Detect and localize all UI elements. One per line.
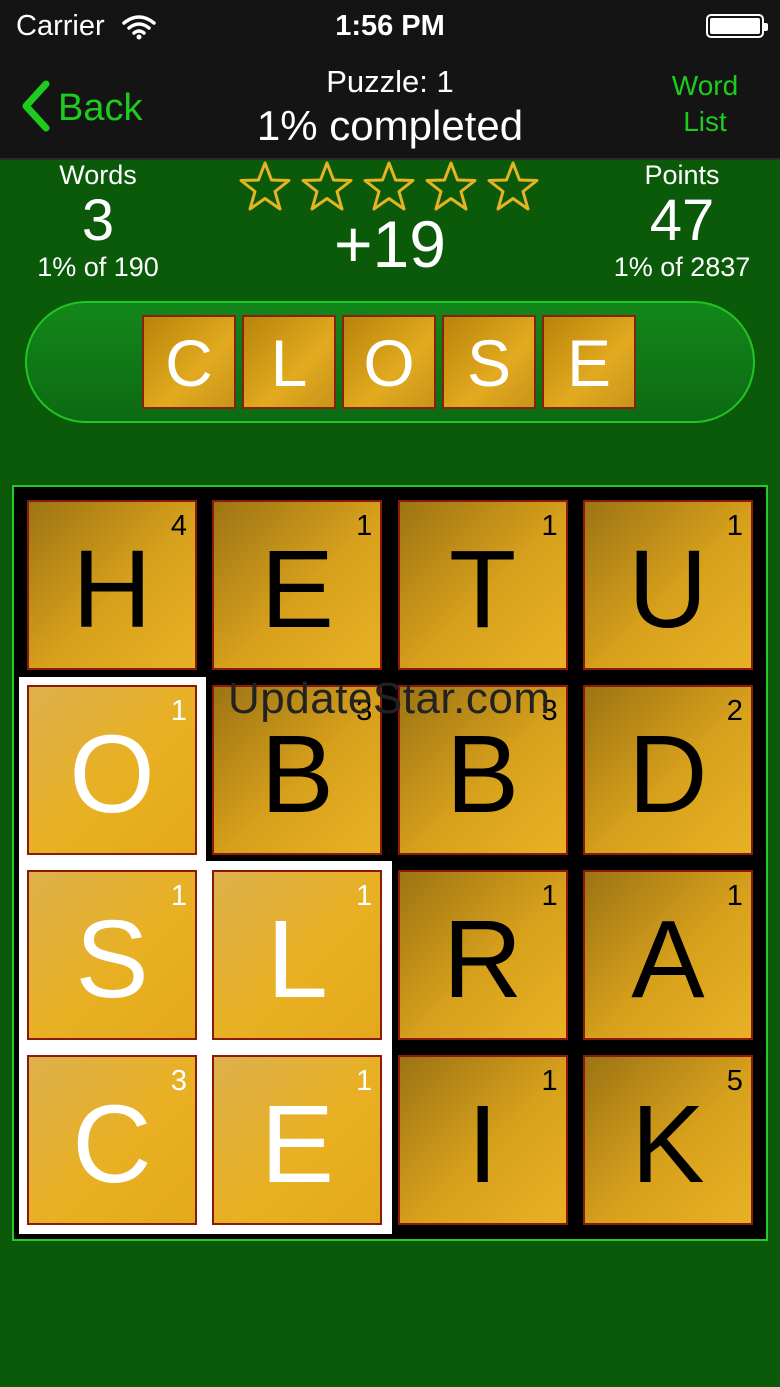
letter-tile[interactable]: E1 — [212, 1055, 383, 1225]
word-list-button[interactable]: Word List — [660, 68, 750, 140]
tile-points: 1 — [541, 510, 558, 542]
letter-tile[interactable]: H4 — [27, 500, 197, 670]
tile-points: 1 — [356, 1065, 373, 1097]
status-bar: Carrier 1:56 PM — [0, 0, 780, 56]
tile-points: 4 — [170, 510, 187, 542]
nav-bar: Back Puzzle: 1 1% completed Word List — [0, 56, 780, 160]
word-list-label-line1: Word — [671, 70, 739, 101]
tile-points: 1 — [356, 510, 373, 542]
tile-points: 3 — [170, 1065, 187, 1097]
letter-tile[interactable]: B3 — [212, 685, 383, 855]
tile-points: 2 — [726, 695, 743, 727]
tile-points: 3 — [541, 695, 558, 727]
letter-tile[interactable]: C3 — [27, 1055, 197, 1225]
letter-tile[interactable]: B3 — [397, 685, 568, 855]
current-word-letter: O — [342, 315, 436, 409]
battery-icon — [706, 14, 768, 38]
letter-tile[interactable]: O1 — [27, 685, 197, 855]
letter-tile[interactable]: D2 — [582, 685, 753, 855]
letter-tile[interactable]: K5 — [582, 1055, 753, 1225]
points-label: Points — [644, 160, 720, 190]
tile-points: 3 — [356, 695, 373, 727]
tile-points: 1 — [170, 695, 187, 727]
tile-points: 1 — [356, 880, 373, 912]
letter-tile[interactable]: S1 — [27, 870, 197, 1040]
current-word-letter: E — [542, 315, 636, 409]
tile-points: 1 — [726, 880, 743, 912]
tile-points: 5 — [726, 1065, 743, 1097]
tile-points: 1 — [726, 510, 743, 542]
letter-tile[interactable]: L1 — [212, 870, 383, 1040]
letter-tile[interactable]: I1 — [397, 1055, 568, 1225]
letter-tile[interactable]: T1 — [397, 500, 568, 670]
word-list-label-line2: List — [683, 106, 727, 137]
current-word-letter: S — [442, 315, 536, 409]
letter-tile[interactable]: R1 — [397, 870, 568, 1040]
tile-points: 1 — [170, 880, 187, 912]
word-score-bonus: +19 — [334, 207, 446, 281]
clock: 1:56 PM — [335, 10, 445, 42]
tile-points: 1 — [541, 1065, 558, 1097]
letter-tile[interactable]: E1 — [212, 500, 383, 670]
words-label: Words — [59, 160, 137, 190]
letter-tile[interactable]: A1 — [582, 870, 753, 1040]
letter-tile[interactable]: U1 — [582, 500, 753, 670]
current-word-letter: L — [242, 315, 336, 409]
tile-points: 1 — [541, 880, 558, 912]
current-word-letter: C — [142, 315, 236, 409]
